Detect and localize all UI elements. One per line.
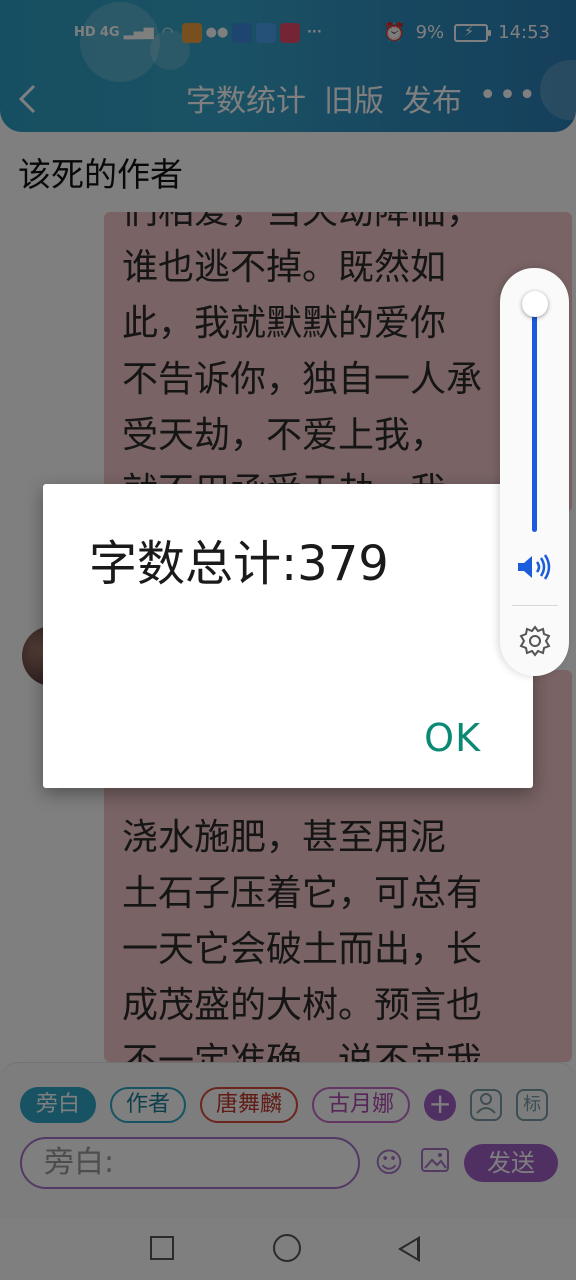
volume-level xyxy=(532,304,537,532)
ok-button[interactable]: OK xyxy=(424,716,481,760)
volume-knob[interactable] xyxy=(522,291,548,317)
word-count-dialog: 字数总计:379 OK xyxy=(43,484,533,788)
speaker-icon[interactable] xyxy=(514,552,554,582)
dialog-message: 字数总计:379 xyxy=(89,536,389,592)
volume-slider[interactable] xyxy=(532,292,537,532)
divider xyxy=(512,605,558,606)
gear-icon[interactable] xyxy=(518,624,552,658)
volume-panel xyxy=(500,268,569,676)
